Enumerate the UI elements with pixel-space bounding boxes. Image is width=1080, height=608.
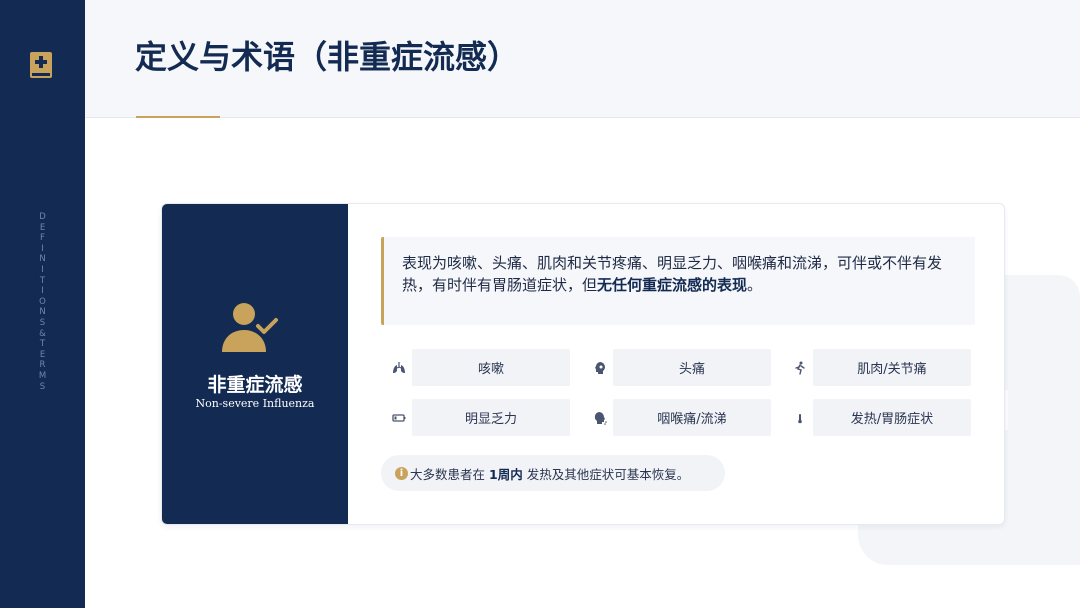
sidebar-vertical-letter: T <box>39 339 46 350</box>
sidebar-vertical-letter: I <box>41 264 44 275</box>
definition-text-emphasis: 无任何重症流感的表现 <box>597 276 748 294</box>
head-icon <box>593 361 607 375</box>
symptom-label: 头痛 <box>613 349 771 386</box>
note-text-before: 大多数患者在 <box>410 466 486 482</box>
definition-card: 非重症流感 Non-severe Influenza 表现为咳嗽、头痛、肌肉和关… <box>161 203 1005 525</box>
header: 定义与术语（非重症流感） <box>85 0 1080 118</box>
symptom-label: 咽喉痛/流涕 <box>613 399 771 436</box>
note-text-emphasis: 1周内 <box>489 466 523 482</box>
sidebar-vertical-letter: T <box>39 275 46 286</box>
sidebar-vertical-letter: E <box>39 349 46 360</box>
symptom-item: 明显乏力 <box>392 399 570 436</box>
definition-quote: 表现为咳嗽、头痛、肌肉和关节疼痛、明显乏力、咽喉痛和流涕，可伴或不伴有发热，有时… <box>381 237 975 325</box>
head-side-cough-icon <box>593 411 607 425</box>
sidebar-vertical-letter: S <box>39 317 46 328</box>
symptom-label: 肌肉/关节痛 <box>813 349 971 386</box>
user-check-icon <box>222 303 278 352</box>
definition-text-end: 。 <box>747 276 763 294</box>
symptom-item: 发热/胃肠症状 <box>793 399 971 436</box>
sidebar-vertical-letter: F <box>40 233 45 244</box>
info-icon: i <box>395 466 408 480</box>
sidebar-vertical-letter: D <box>39 212 46 222</box>
symptom-item: 咳嗽 <box>392 349 570 386</box>
symptom-item: 头痛 <box>593 349 771 386</box>
sidebar-vertical-letter: S <box>39 381 46 392</box>
symptom-label: 明显乏力 <box>412 399 570 436</box>
running-person-icon <box>793 361 807 375</box>
recovery-note: i 大多数患者在 1周内 发热及其他症状可基本恢复。 <box>381 455 725 491</box>
sidebar-vertical-letter: R <box>39 360 46 371</box>
title-underline <box>136 116 220 118</box>
sidebar-vertical-letter: I <box>41 286 44 297</box>
card-title-zh: 非重症流感 <box>207 374 303 396</box>
sidebar-vertical-letter: E <box>39 222 46 233</box>
sidebar-vertical-letter: M <box>38 370 47 381</box>
definition-text: 表现为咳嗽、头痛、肌肉和关节疼痛、明显乏力、咽喉痛和流涕，可伴或不伴有发热，有时… <box>402 252 967 296</box>
page-title: 定义与术语（非重症流感） <box>135 38 520 76</box>
medical-book-icon <box>30 52 52 78</box>
symptom-item: 肌肉/关节痛 <box>793 349 971 386</box>
sidebar-vertical-letter: O <box>39 296 46 307</box>
lungs-icon <box>392 361 406 375</box>
sidebar-vertical-letter: I <box>41 243 44 254</box>
card-title-en: Non-severe Influenza <box>195 397 315 410</box>
card-left-panel: 非重症流感 Non-severe Influenza <box>162 204 348 524</box>
sidebar-vertical-label: D E F I N I T I O N S & T E R M S <box>0 212 85 392</box>
symptom-label: 咳嗽 <box>412 349 570 386</box>
sidebar-vertical-letter: & <box>39 328 46 339</box>
symptom-label: 发热/胃肠症状 <box>813 399 971 436</box>
thermometer-icon <box>793 411 807 425</box>
sidebar-vertical-letter: N <box>39 254 46 265</box>
sidebar-vertical-letter: N <box>39 307 46 318</box>
symptom-item: 咽喉痛/流涕 <box>593 399 771 436</box>
sidebar: D E F I N I T I O N S & T E R M S <box>0 0 85 608</box>
note-text-after: 发热及其他症状可基本恢复。 <box>526 466 690 482</box>
battery-low-icon <box>392 411 406 425</box>
